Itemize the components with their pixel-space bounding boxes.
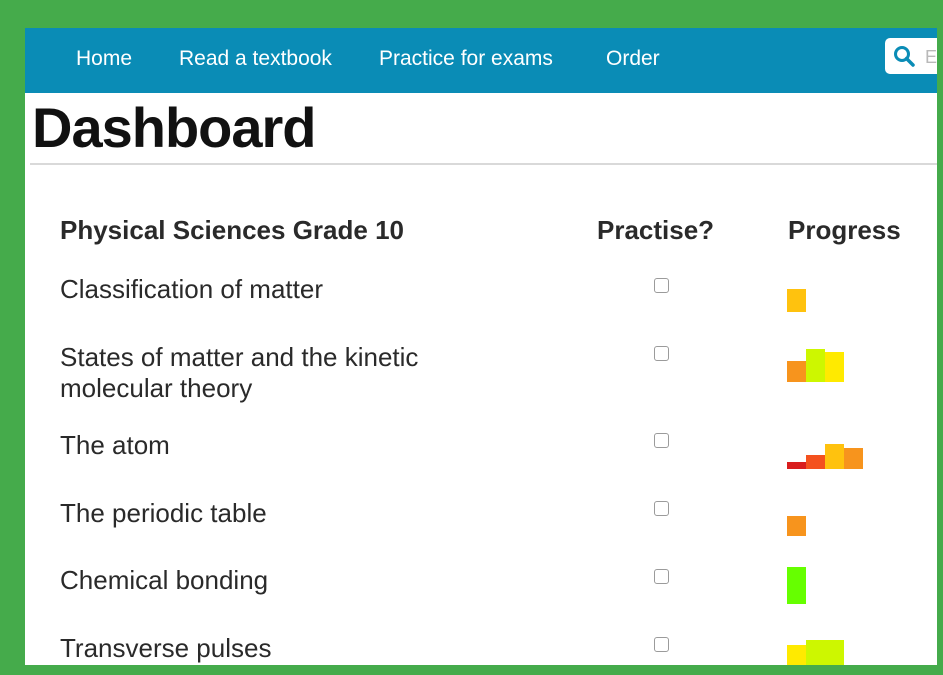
frame-border-left [0,0,25,675]
topic-label[interactable]: Transverse pulses [60,633,530,664]
practise-checkbox[interactable] [654,501,669,516]
frame-border-top [0,0,943,28]
progress-bar [787,516,806,536]
nav-home[interactable]: Home [76,47,132,71]
nav-order[interactable]: Order [606,47,660,71]
frame-border-right [937,0,943,675]
title-divider [30,163,937,165]
practise-header: Practise? [597,215,715,245]
practise-checkbox[interactable] [654,278,669,293]
nav-read-textbook[interactable]: Read a textbook [179,47,332,71]
progress-bar [825,352,844,382]
topic-label[interactable]: The atom [60,430,530,461]
progress-bar [787,462,806,469]
subject-header: Physical Sciences Grade 10 [60,215,404,245]
progress-bar [806,455,825,469]
topic-label[interactable]: The periodic table [60,498,530,529]
topic-label[interactable]: Classification of matter [60,274,530,305]
topic-label[interactable]: States of matter and the kinetic molecul… [60,342,530,404]
progress-bar [806,349,825,382]
practise-checkbox[interactable] [654,637,669,652]
top-navbar: Home Read a textbook Practice for exams … [25,28,937,93]
progress-bar [787,645,806,665]
progress-bar [787,361,806,382]
progress-bar [806,640,844,665]
practise-checkbox[interactable] [654,346,669,361]
progress-bar [825,444,844,469]
topic-label[interactable]: Chemical bonding [60,565,530,596]
progress-bar [844,448,863,469]
nav-practice-exams[interactable]: Practice for exams [379,47,553,71]
search-placeholder: E [925,47,937,67]
practise-checkbox[interactable] [654,433,669,448]
frame-border-bottom [0,665,943,675]
progress-header: Progress [788,215,901,245]
page-title: Dashboard [32,96,316,159]
search-input[interactable]: E [885,38,937,74]
practise-checkbox[interactable] [654,569,669,584]
progress-bar [787,289,806,312]
progress-bar [787,567,806,604]
